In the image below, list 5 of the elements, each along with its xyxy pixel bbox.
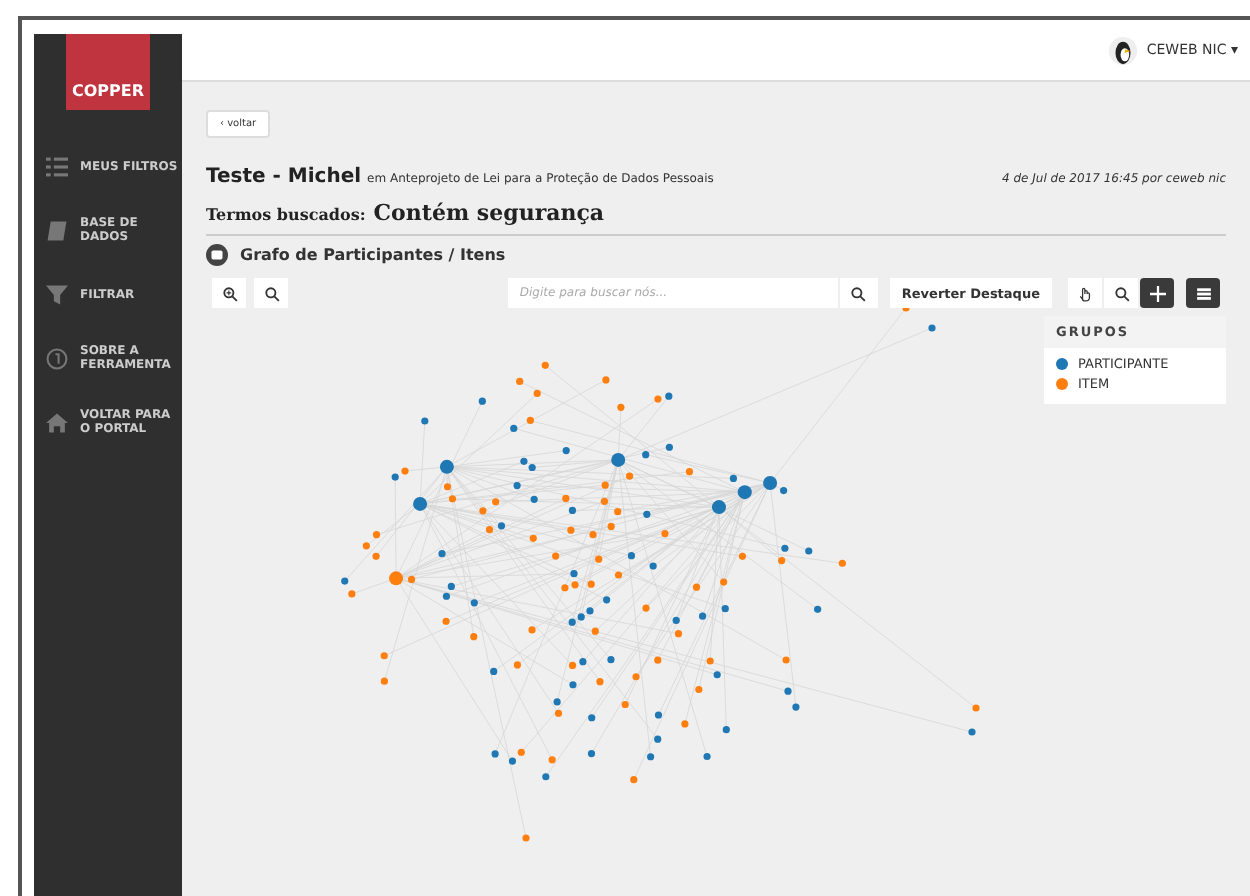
graph-title: Grafo de Participantes / Itens (240, 246, 506, 264)
terms-label: Termos buscados: (206, 204, 366, 224)
page-title: Teste - Michel (206, 166, 362, 188)
terms-value: Contém segurança (373, 200, 605, 226)
copper-logo[interactable]: COPPER (66, 34, 150, 110)
